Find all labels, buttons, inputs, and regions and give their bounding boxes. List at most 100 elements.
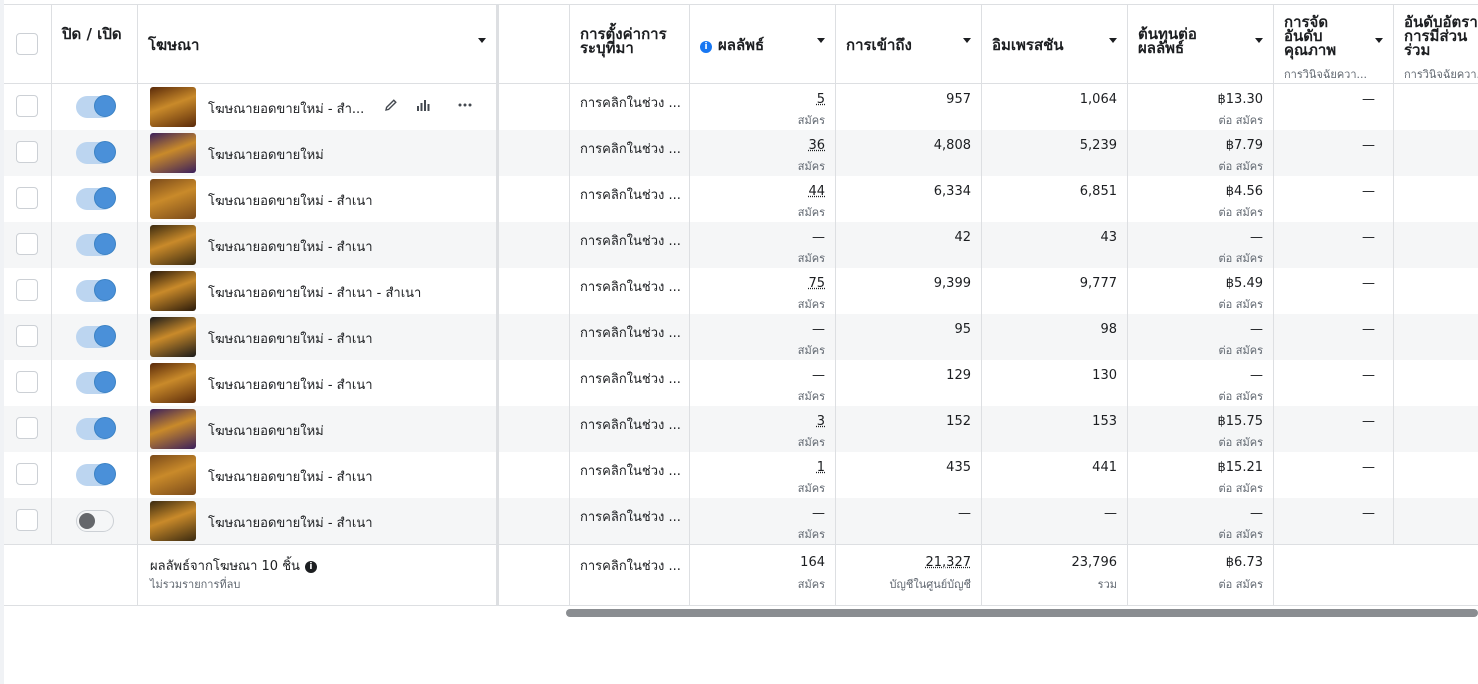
attribution-setting-cell[interactable]: การคลิกในช่วง ...: [570, 222, 690, 268]
ad-name-cell[interactable]: โฆษณายอดขายใหม่ - สำเนา: [138, 222, 499, 268]
row-checkbox[interactable]: [16, 325, 38, 347]
attribution-setting[interactable]: การคลิกในช่วง ...: [580, 230, 681, 251]
attribution-setting[interactable]: การคลิกในช่วง ...: [580, 460, 681, 481]
row-checkbox[interactable]: [16, 509, 38, 531]
ad-thumbnail[interactable]: [150, 179, 196, 219]
ad-status-toggle[interactable]: [76, 234, 114, 256]
ad-name[interactable]: โฆษณายอดขายใหม่ - สำเนา - สำเนา: [208, 282, 421, 303]
ad-status-toggle[interactable]: [76, 188, 114, 210]
attribution-setting[interactable]: การคลิกในช่วง ...: [580, 92, 681, 113]
results-value[interactable]: 36: [808, 138, 825, 153]
more-dots-icon[interactable]: [456, 96, 474, 114]
header-impressions[interactable]: อิมเพรสชัน: [982, 4, 1128, 84]
ad-name-cell[interactable]: โฆษณายอดขายใหม่ - สำเนา: [138, 452, 499, 498]
attribution-setting-cell[interactable]: การคลิกในช่วง ...: [570, 314, 690, 360]
ad-thumbnail[interactable]: [150, 455, 196, 495]
attribution-setting[interactable]: การคลิกในช่วง ...: [580, 506, 681, 527]
row-checkbox[interactable]: [16, 187, 38, 209]
attribution-setting-cell[interactable]: การคลิกในช่วง ...: [570, 406, 690, 452]
ad-name[interactable]: โฆษณายอดขายใหม่: [208, 144, 324, 165]
attribution-setting-cell[interactable]: การคลิกในช่วง ...: [570, 84, 690, 130]
ad-name-cell[interactable]: โฆษณายอดขายใหม่ - สำเนา: [138, 314, 499, 360]
info-icon[interactable]: i: [305, 561, 317, 573]
ad-name-cell[interactable]: โฆษณายอดขายใหม่ - สำเนา: [138, 360, 499, 406]
ad-name[interactable]: โฆษณายอดขายใหม่ - สำเนา: [208, 466, 373, 487]
header-reach[interactable]: การเข้าถึง: [836, 4, 982, 84]
ad-name-cell[interactable]: โฆษณายอดขายใหม่: [138, 130, 499, 176]
ad-thumbnail[interactable]: [150, 363, 196, 403]
chevron-down-icon[interactable]: [1109, 38, 1117, 43]
ad-status-toggle[interactable]: [76, 464, 114, 486]
row-checkbox[interactable]: [16, 141, 38, 163]
header-cost-per-result[interactable]: ต้นทุนต่อผลลัพธ์: [1128, 4, 1274, 84]
attribution-setting[interactable]: การคลิกในช่วง ...: [580, 184, 681, 205]
row-checkbox[interactable]: [16, 233, 38, 255]
ad-status-toggle[interactable]: [76, 510, 114, 532]
chevron-down-icon[interactable]: [478, 38, 486, 43]
ad-thumbnail[interactable]: [150, 133, 196, 173]
attribution-setting-cell[interactable]: การคลิกในช่วง ...: [570, 452, 690, 498]
ad-status-toggle[interactable]: [76, 372, 114, 394]
attribution-setting[interactable]: การคลิกในช่วง ...: [580, 414, 681, 435]
toggle-knob: [94, 141, 116, 163]
info-icon[interactable]: i: [700, 41, 712, 53]
chevron-down-icon[interactable]: [963, 38, 971, 43]
results-value[interactable]: 1: [817, 460, 825, 475]
ad-name[interactable]: โฆษณายอดขายใหม่ - สำเนา: [208, 512, 373, 533]
ad-name-cell[interactable]: โฆษณายอดขายใหม่ - สำเนา: [138, 498, 499, 544]
chevron-down-icon[interactable]: [817, 38, 825, 43]
ad-status-toggle[interactable]: [76, 418, 114, 440]
chevron-down-icon[interactable]: [1375, 38, 1383, 43]
ad-status-toggle[interactable]: [76, 326, 114, 348]
ad-name-cell[interactable]: โฆษณายอดขายใหม่ - สำ...: [138, 84, 499, 130]
ad-thumbnail[interactable]: [150, 409, 196, 449]
attribution-setting-cell[interactable]: การคลิกในช่วง ...: [570, 360, 690, 406]
select-all-checkbox[interactable]: [16, 33, 38, 55]
horizontal-scrollbar[interactable]: [566, 609, 1478, 617]
ad-name[interactable]: โฆษณายอดขายใหม่ - สำเนา: [208, 236, 373, 257]
header-results[interactable]: i ผลลัพธ์: [690, 4, 836, 84]
ad-status-toggle[interactable]: [76, 142, 114, 164]
ad-name[interactable]: โฆษณายอดขายใหม่ - สำ...: [208, 98, 364, 119]
ad-status-toggle[interactable]: [76, 280, 114, 302]
row-checkbox[interactable]: [16, 417, 38, 439]
row-checkbox[interactable]: [16, 279, 38, 301]
row-checkbox[interactable]: [16, 95, 38, 117]
ad-thumbnail[interactable]: [150, 317, 196, 357]
attribution-setting-cell[interactable]: การคลิกในช่วง ...: [570, 176, 690, 222]
ad-status-toggle[interactable]: [76, 96, 114, 118]
footer-reach[interactable]: 21,327: [926, 555, 972, 570]
results-value[interactable]: 44: [808, 184, 825, 199]
attribution-setting-cell[interactable]: การคลิกในช่วง ...: [570, 268, 690, 314]
header-toggle[interactable]: ปิด / เปิด: [52, 4, 138, 84]
header-quality-ranking[interactable]: การจัดอันดับคุณภาพ การวินิจฉัยควา...: [1274, 4, 1394, 84]
ad-name[interactable]: โฆษณายอดขายใหม่ - สำเนา: [208, 374, 373, 395]
ad-name[interactable]: โฆษณายอดขายใหม่ - สำเนา: [208, 190, 373, 211]
pencil-icon[interactable]: [382, 96, 400, 114]
row-checkbox[interactable]: [16, 371, 38, 393]
header-engagement-ranking[interactable]: อันดับอัตราการมีส่วนร่วม การวินิจฉัยควา.…: [1394, 4, 1478, 84]
chevron-down-icon[interactable]: [1255, 38, 1263, 43]
ad-thumbnail[interactable]: [150, 271, 196, 311]
ad-name[interactable]: โฆษณายอดขายใหม่: [208, 420, 324, 441]
attribution-setting[interactable]: การคลิกในช่วง ...: [580, 368, 681, 389]
ad-name-cell[interactable]: โฆษณายอดขายใหม่ - สำเนา - สำเนา: [138, 268, 499, 314]
ad-name-cell[interactable]: โฆษณายอดขายใหม่ - สำเนา: [138, 176, 499, 222]
row-checkbox[interactable]: [16, 463, 38, 485]
ad-thumbnail[interactable]: [150, 87, 196, 127]
attribution-setting[interactable]: การคลิกในช่วง ...: [580, 322, 681, 343]
attribution-setting[interactable]: การคลิกในช่วง ...: [580, 276, 681, 297]
bar-chart-icon[interactable]: [414, 96, 432, 114]
header-ad[interactable]: โฆษณา: [138, 4, 499, 84]
ad-name-cell[interactable]: โฆษณายอดขายใหม่: [138, 406, 499, 452]
attribution-setting-cell[interactable]: การคลิกในช่วง ...: [570, 130, 690, 176]
ad-name[interactable]: โฆษณายอดขายใหม่ - สำเนา: [208, 328, 373, 349]
results-value[interactable]: 75: [808, 276, 825, 291]
results-value[interactable]: 3: [817, 414, 825, 429]
attribution-setting-cell[interactable]: การคลิกในช่วง ...: [570, 498, 690, 544]
ad-thumbnail[interactable]: [150, 501, 196, 541]
results-value[interactable]: 5: [817, 92, 825, 107]
header-attribution-setting[interactable]: การตั้งค่าการระบุที่มา: [570, 4, 690, 84]
ad-thumbnail[interactable]: [150, 225, 196, 265]
attribution-setting[interactable]: การคลิกในช่วง ...: [580, 138, 681, 159]
